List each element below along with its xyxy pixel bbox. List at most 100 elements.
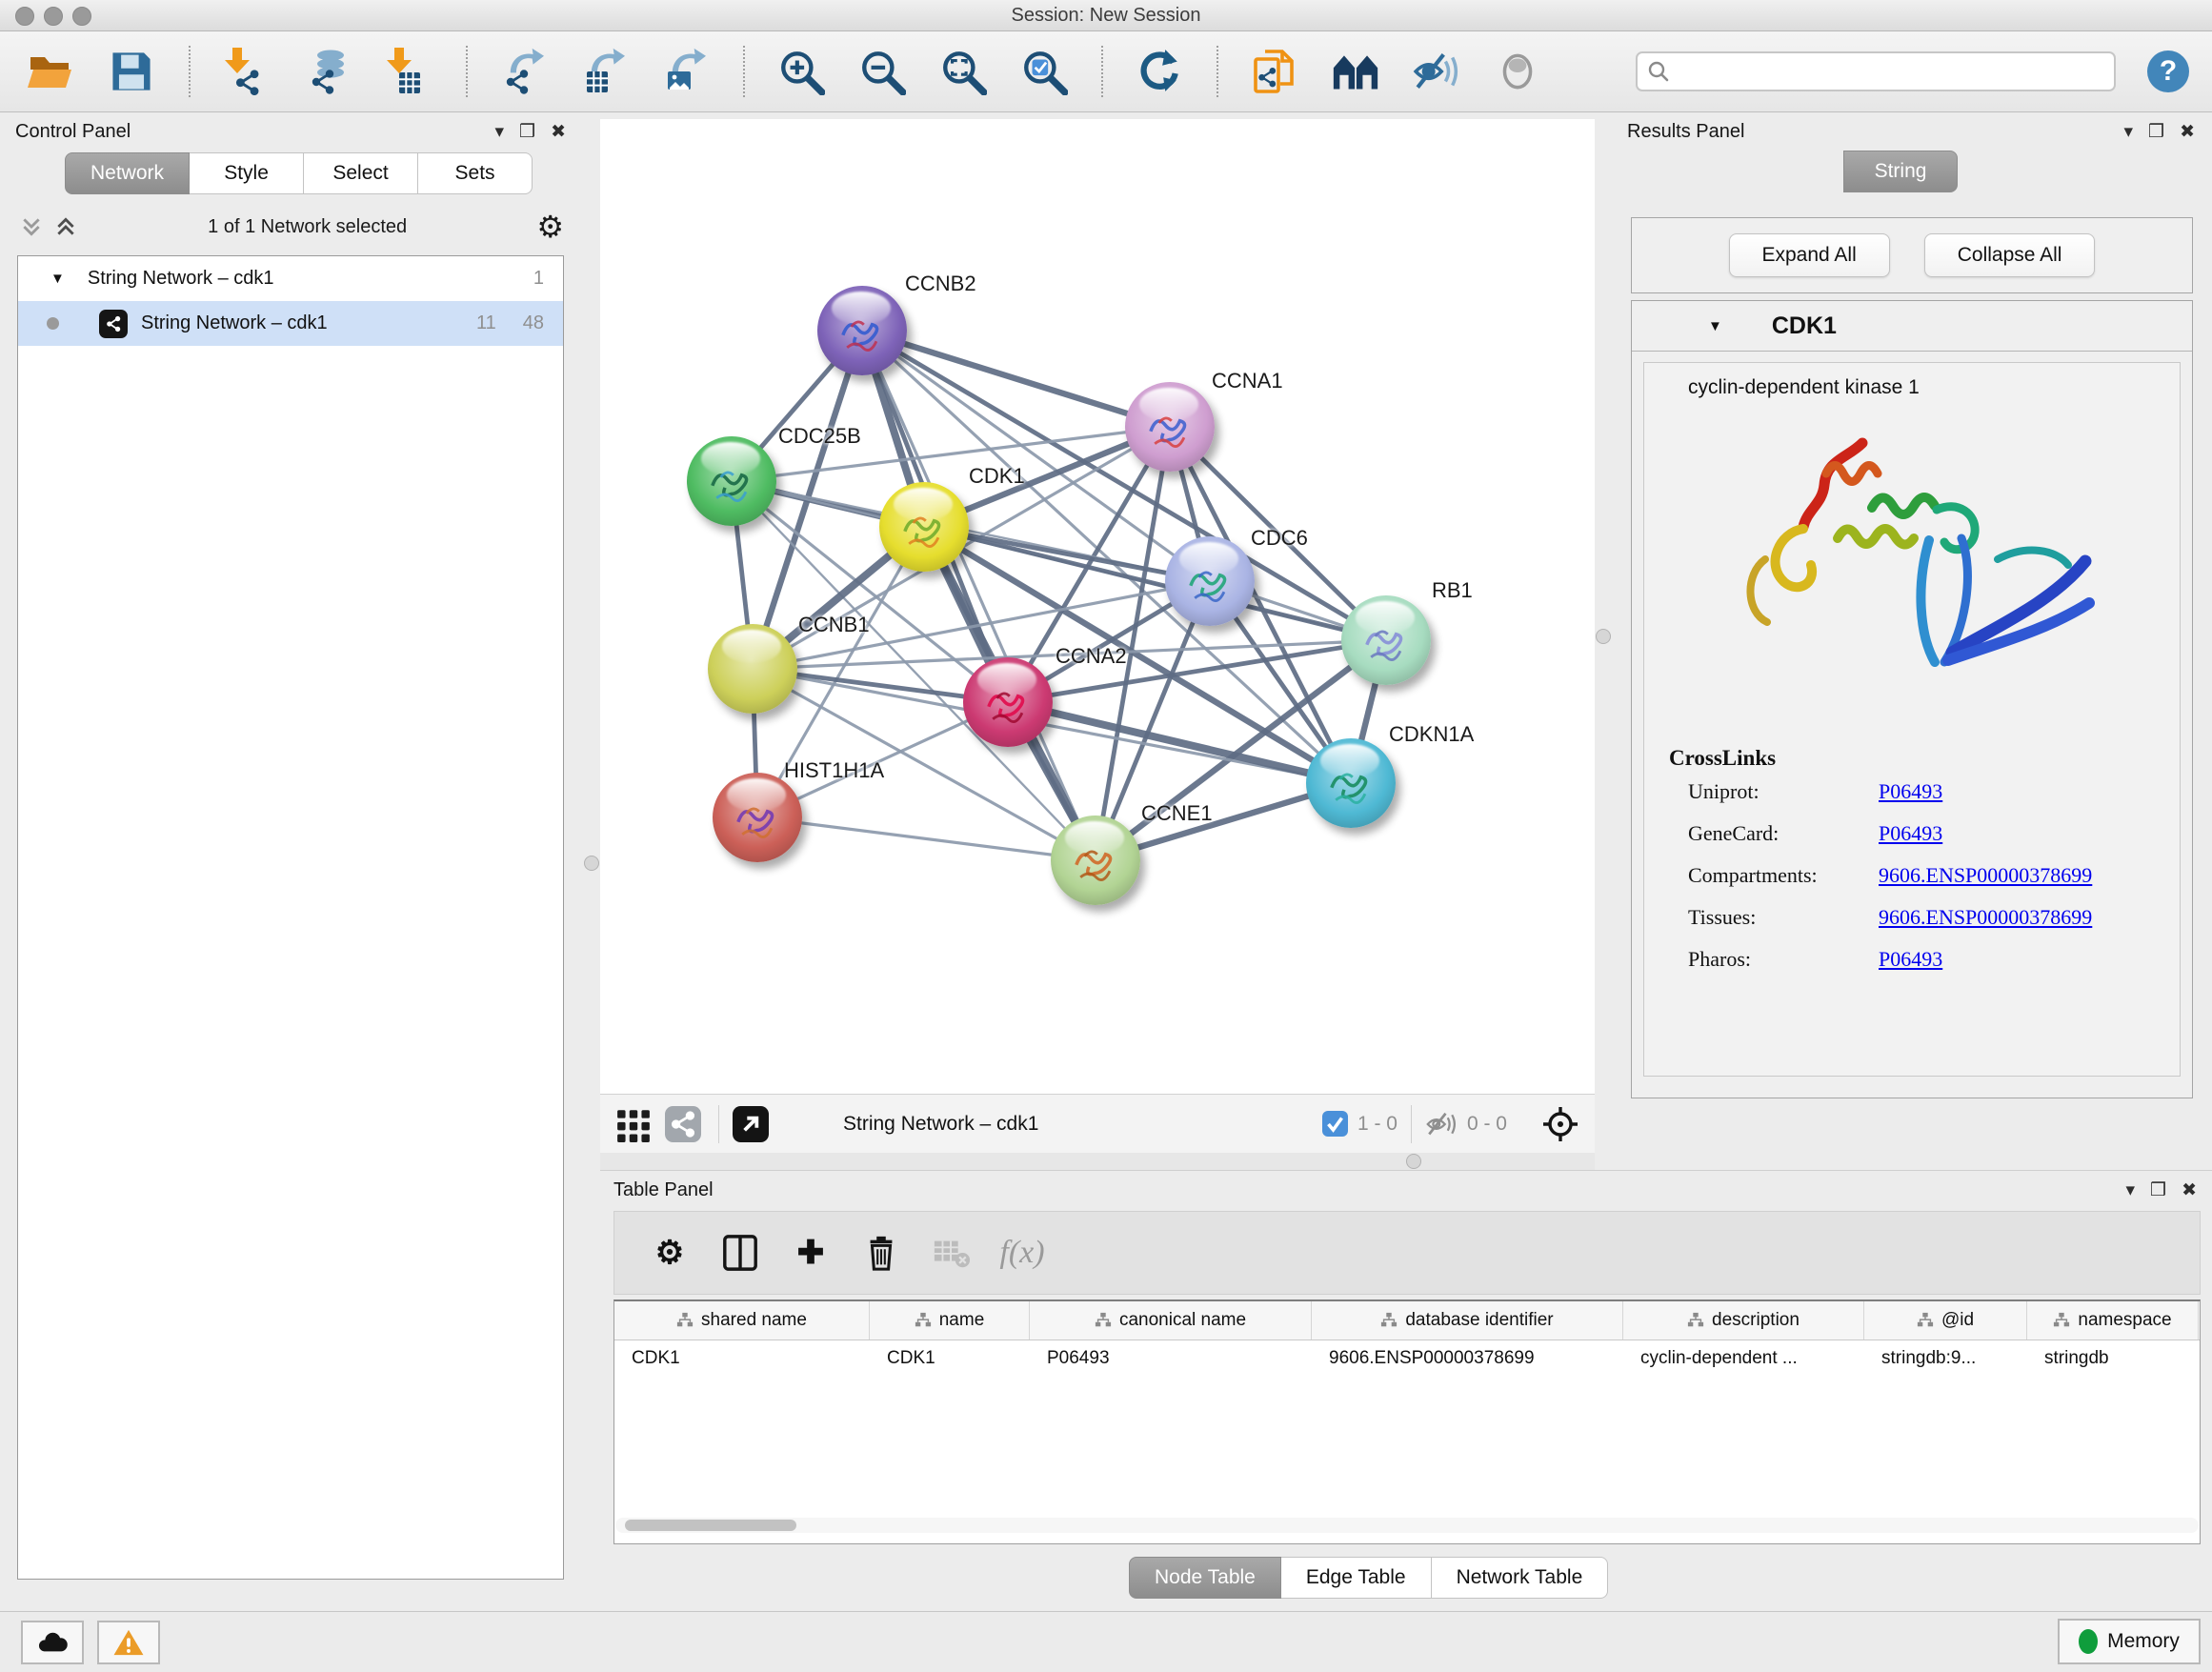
table-panel-collapse-icon[interactable]: ▾: [2125, 1181, 2135, 1199]
node-CDC6[interactable]: [1165, 536, 1255, 626]
column-header--id[interactable]: @id: [1864, 1301, 2027, 1340]
control-panel-collapse-icon[interactable]: ▾: [494, 123, 504, 141]
table-row[interactable]: CDK1CDK1P064939606.ENSP00000378699cyclin…: [614, 1340, 2200, 1377]
open-file-icon[interactable]: [27, 48, 74, 95]
column-header-name[interactable]: name: [870, 1301, 1030, 1340]
expand-all-button[interactable]: Expand All: [1729, 233, 1890, 277]
table-panel-close-icon[interactable]: ✖: [2182, 1181, 2197, 1199]
crosslink-link[interactable]: P06493: [1879, 947, 1942, 972]
results-panel-collapse-icon[interactable]: ▾: [2123, 123, 2133, 141]
window-zoom-button[interactable]: [72, 7, 91, 26]
birdseye-grid-icon[interactable]: [615, 1106, 652, 1142]
table-columns-icon[interactable]: [719, 1232, 761, 1274]
node-CCNE1[interactable]: [1051, 816, 1140, 905]
table-settings-gear-icon[interactable]: ⚙: [649, 1232, 691, 1274]
edge-CCNB2-CCNE1[interactable]: [862, 331, 1096, 860]
tab-style[interactable]: Style: [190, 152, 304, 194]
node-HIST1H1A[interactable]: [713, 773, 802, 862]
edge-CCNA2-CDKN1A[interactable]: [1008, 702, 1351, 783]
zoom-selected-icon[interactable]: [1020, 48, 1068, 95]
refresh-view-icon[interactable]: [1136, 48, 1183, 95]
cloud-button[interactable]: [21, 1621, 84, 1664]
help-button[interactable]: ?: [2147, 50, 2189, 92]
collapse-all-button[interactable]: Collapse All: [1924, 233, 2096, 277]
hide-selected-icon[interactable]: [1413, 48, 1460, 95]
network-share-icon[interactable]: [665, 1106, 701, 1142]
control-panel-float-icon[interactable]: ❒: [519, 123, 535, 141]
toolbar-separator: [466, 46, 468, 97]
tab-sets[interactable]: Sets: [418, 152, 533, 194]
left-panel-splitter[interactable]: [583, 112, 600, 1611]
tab-edge-table[interactable]: Edge Table: [1281, 1557, 1432, 1599]
node-CCNA1[interactable]: [1125, 382, 1215, 472]
zoom-in-icon[interactable]: [777, 48, 825, 95]
save-session-icon[interactable]: [108, 48, 155, 95]
table-horizontal-scrollbar[interactable]: [615, 1518, 2199, 1533]
column-header-shared-name[interactable]: shared name: [614, 1301, 870, 1340]
column-header-canonical-name[interactable]: canonical name: [1030, 1301, 1312, 1340]
string-query-icon[interactable]: [1332, 48, 1379, 95]
tab-string[interactable]: String: [1843, 151, 1958, 192]
network-row[interactable]: String Network – cdk1 11 48: [18, 301, 563, 346]
collapse-all-icon[interactable]: [19, 215, 44, 238]
fit-crosshair-icon[interactable]: [1541, 1105, 1579, 1143]
node-CCNA2[interactable]: [963, 657, 1053, 747]
crosslinks-title: CrossLinks: [1644, 746, 2180, 771]
table-delete-icon[interactable]: [860, 1232, 902, 1274]
collection-expand-icon[interactable]: ▼: [50, 271, 65, 287]
crosslink-row: Pharos:P06493: [1644, 938, 2180, 980]
clone-network-icon[interactable]: [1251, 48, 1298, 95]
tab-network-table[interactable]: Network Table: [1432, 1557, 1609, 1599]
window-close-button[interactable]: [15, 7, 34, 26]
column-header-database-identifier[interactable]: database identifier: [1312, 1301, 1623, 1340]
crosslink-link[interactable]: P06493: [1879, 779, 1942, 804]
table-add-icon[interactable]: ✚: [790, 1232, 832, 1274]
entry-collapse-icon[interactable]: ▼: [1708, 318, 1722, 334]
search-input[interactable]: [1678, 60, 2104, 84]
column-header-description[interactable]: description: [1623, 1301, 1864, 1340]
results-panel-close-icon[interactable]: ✖: [2180, 123, 2195, 141]
network-options-gear-icon[interactable]: ⚙: [536, 212, 564, 242]
import-table-icon[interactable]: [385, 48, 432, 95]
hidden-eye-slash-icon[interactable]: [1425, 1110, 1458, 1138]
import-network-icon[interactable]: [223, 48, 271, 95]
node-CDK1[interactable]: [879, 482, 969, 572]
control-panel-close-icon[interactable]: ✖: [551, 123, 566, 141]
import-database-icon[interactable]: [304, 48, 352, 95]
show-all-icon[interactable]: [1494, 48, 1541, 95]
node-CCNB1[interactable]: [708, 624, 797, 714]
edge-CCNB2-CCNA1[interactable]: [862, 331, 1170, 427]
network-canvas[interactable]: CCNB2 CCNA1 CDC25B CDK1 CDC6 RB1CCNB1 CC…: [600, 119, 1595, 1094]
memory-button[interactable]: Memory: [2058, 1619, 2201, 1664]
export-image-icon[interactable]: [662, 48, 710, 95]
tab-network[interactable]: Network: [65, 152, 190, 194]
scrollbar-thumb[interactable]: [625, 1520, 796, 1531]
column-header-namespace[interactable]: namespace: [2027, 1301, 2199, 1340]
export-network-icon[interactable]: [500, 48, 548, 95]
crosslink-link[interactable]: P06493: [1879, 821, 1942, 846]
zoom-out-icon[interactable]: [858, 48, 906, 95]
node-CDC25B[interactable]: [687, 436, 776, 526]
tab-node-table[interactable]: Node Table: [1129, 1557, 1281, 1599]
expand-all-icon[interactable]: [53, 215, 78, 238]
search-box: [1636, 51, 2116, 91]
zoom-fit-icon[interactable]: [939, 48, 987, 95]
tab-select[interactable]: Select: [304, 152, 418, 194]
memory-label: Memory: [2107, 1630, 2180, 1653]
collection-count: 1: [533, 268, 544, 290]
crosslink-link[interactable]: 9606.ENSP00000378699: [1879, 905, 2092, 930]
results-panel-float-icon[interactable]: ❒: [2148, 123, 2164, 141]
network-collection-row[interactable]: ▼ String Network – cdk1 1: [18, 256, 563, 301]
warnings-button[interactable]: [97, 1621, 160, 1664]
export-table-icon[interactable]: [581, 48, 629, 95]
node-RB1[interactable]: [1341, 595, 1431, 685]
search-icon: [1647, 60, 1670, 83]
node-CCNB2[interactable]: [817, 286, 907, 375]
window-minimize-button[interactable]: [44, 7, 63, 26]
crosslink-link[interactable]: 9606.ENSP00000378699: [1879, 863, 2092, 888]
table-panel-float-icon[interactable]: ❒: [2150, 1181, 2166, 1199]
edge-HIST1H1A-CCNE1[interactable]: [757, 817, 1096, 860]
open-in-window-icon[interactable]: [733, 1106, 769, 1142]
node-CDKN1A[interactable]: [1306, 738, 1396, 828]
selected-checkbox-icon[interactable]: [1322, 1111, 1348, 1137]
